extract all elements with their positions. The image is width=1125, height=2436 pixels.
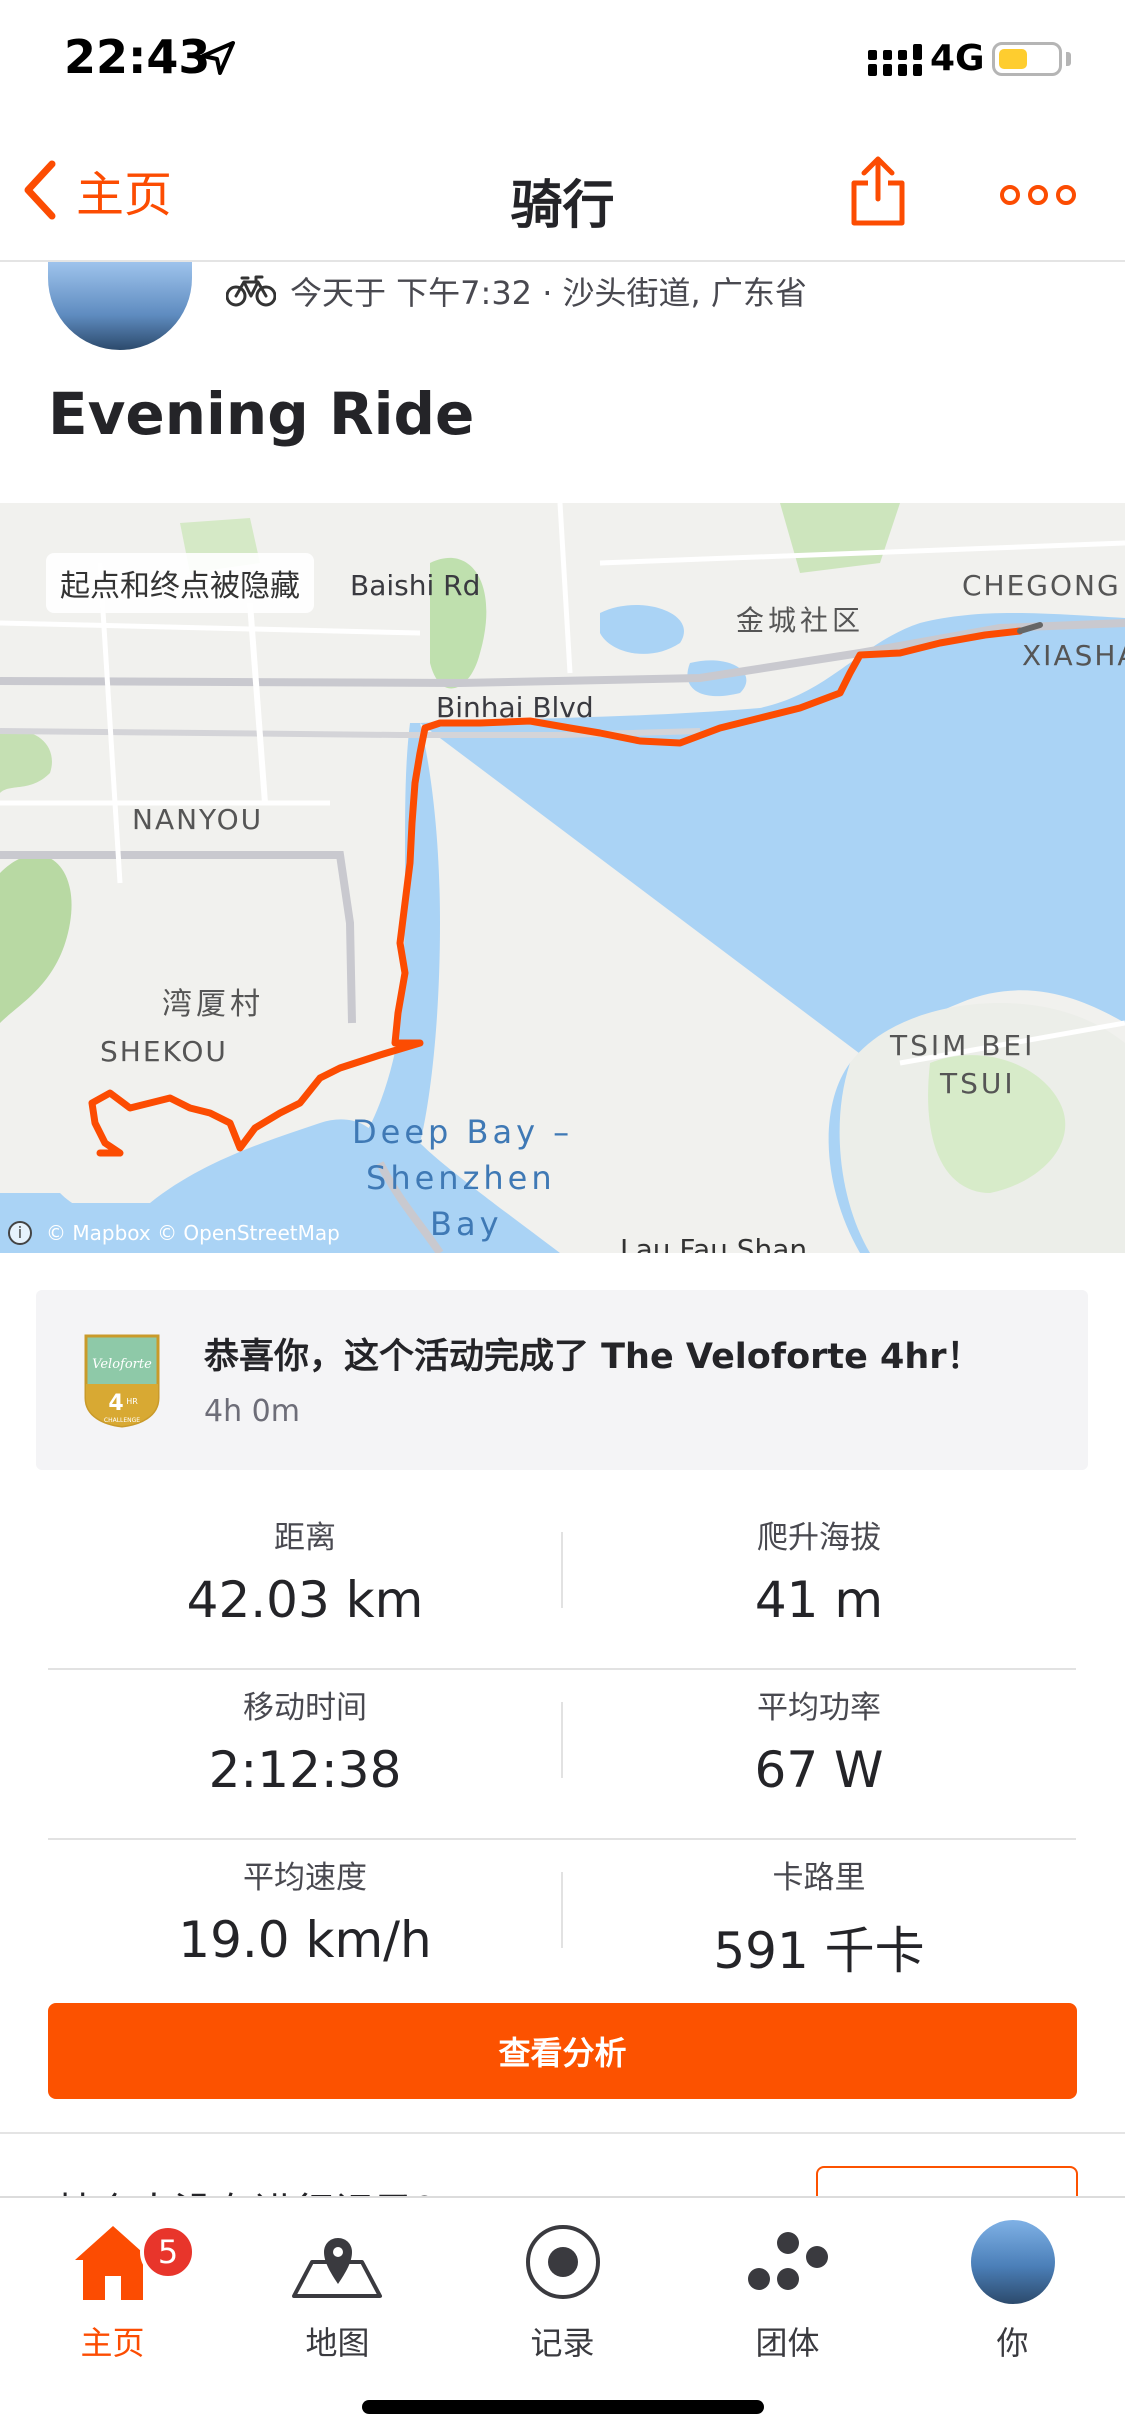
view-analysis-button[interactable]: 查看分析	[48, 2003, 1077, 2099]
stat-avg-speed: 平均速度 19.0 km/h	[48, 1840, 562, 1969]
record-icon	[525, 2225, 600, 2299]
section-divider	[0, 2132, 1125, 2134]
stat-distance: 距离 42.03 km	[48, 1500, 562, 1629]
page-title: 骑行	[510, 176, 615, 236]
achievement-title: 恭喜你，这个活动完成了 The Veloforte 4hr！	[204, 1337, 982, 1377]
battery-icon	[992, 42, 1062, 76]
stat-avg-power: 平均功率 67 W	[562, 1670, 1076, 1799]
avatar	[970, 2220, 1055, 2304]
tab-label: 团体	[755, 2324, 820, 2362]
map-label-bay-3: Bay	[430, 1205, 503, 1243]
home-indicator	[362, 2400, 764, 2414]
map-label-bay-2: Shenzhen	[366, 1159, 556, 1197]
signal-bars-icon	[868, 44, 922, 76]
tab-label: 地图	[305, 2324, 370, 2362]
tab-bar: 5 主页 地图 记录 团体 你	[0, 2196, 1125, 2436]
badge-number: 4	[108, 1391, 123, 1416]
activity-title[interactable]: Evening Ride	[48, 380, 474, 448]
map-label-shekou: SHEKOU	[100, 1035, 228, 1068]
privacy-note: 起点和终点被隐藏	[46, 553, 314, 613]
map-label-chegong: CHEGONG	[962, 569, 1121, 602]
map-attribution: i © Mapbox © OpenStreetMap	[8, 1221, 340, 1245]
stat-moving-time: 移动时间 2:12:38	[48, 1670, 562, 1799]
network-label: 4G	[930, 38, 985, 79]
stat-value: 41 m	[754, 1571, 884, 1629]
notification-badge: 5	[140, 2224, 196, 2280]
tab-you[interactable]: 你	[900, 2214, 1125, 2364]
info-icon[interactable]: i	[8, 1221, 32, 1245]
nav-bar: 主页 骑行	[0, 125, 1125, 262]
route-map[interactable]: 起点和终点被隐藏 Baishi Rd Binhai Blvd 金城社区 CHEG…	[0, 503, 1125, 1253]
achievement-card[interactable]: Veloforte 4 HR CHALLENGE 恭喜你，这个活动完成了 The…	[36, 1290, 1088, 1470]
map-label-wanxia: 湾厦村	[162, 987, 264, 1022]
map-label-xiasha: XIASHA	[1022, 639, 1125, 672]
stat-value: 591 千卡	[713, 1922, 925, 1980]
stat-value: 42.03 km	[186, 1571, 424, 1629]
challenge-badge-icon: Veloforte 4 HR CHALLENGE	[84, 1334, 160, 1428]
groups-icon	[747, 2232, 828, 2290]
map-label-tsim-bei-2: TSUI	[940, 1067, 1016, 1100]
stat-label: 卡路里	[772, 1860, 866, 1896]
stat-label: 距离	[274, 1520, 336, 1556]
bicycle-icon	[226, 275, 276, 307]
badge-caption: CHALLENGE	[104, 1417, 140, 1424]
tab-home[interactable]: 5 主页	[0, 2214, 225, 2364]
stat-row: 移动时间 2:12:38 平均功率 67 W	[48, 1670, 1076, 1840]
location-arrow-icon	[201, 41, 235, 75]
stat-row: 距离 42.03 km 爬升海拔 41 m	[48, 1500, 1076, 1670]
tab-label: 主页	[80, 2324, 145, 2362]
athlete-avatar[interactable]	[48, 262, 192, 350]
tab-record[interactable]: 记录	[450, 2214, 675, 2364]
map-label-tsim-bei-1: TSIM BEI	[890, 1029, 1036, 1062]
map-label-baishi: Baishi Rd	[350, 569, 481, 602]
stat-value: 2:12:38	[208, 1741, 402, 1799]
stat-label: 移动时间	[243, 1690, 367, 1726]
stat-label: 平均功率	[757, 1690, 881, 1726]
status-time: 22:43	[64, 30, 211, 84]
badge-unit: HR	[126, 1397, 138, 1406]
stat-value: 19.0 km/h	[178, 1911, 432, 1969]
tab-maps[interactable]: 地图	[225, 2214, 450, 2364]
share-icon[interactable]	[850, 155, 906, 227]
tab-groups[interactable]: 团体	[675, 2214, 900, 2364]
stat-label: 爬升海拔	[757, 1520, 881, 1556]
stat-calories: 卡路里 591 千卡	[562, 1840, 1076, 1983]
stat-value: 67 W	[754, 1741, 884, 1799]
stat-row: 平均速度 19.0 km/h 卡路里 591 千卡	[48, 1840, 1076, 2010]
more-dots-icon[interactable]	[1000, 183, 1076, 207]
map-label-bay-1: Deep Bay –	[352, 1113, 574, 1151]
activity-meta: 今天于 下午7:32 · 沙头街道, 广东省	[226, 268, 807, 314]
tab-label: 你	[996, 2324, 1029, 2362]
map-label-jincheng: 金城社区	[736, 604, 865, 637]
tab-label: 记录	[530, 2324, 595, 2362]
map-icon	[291, 2238, 382, 2298]
map-attribution-text: © Mapbox © OpenStreetMap	[46, 1221, 340, 1245]
map-label-nanyou: NANYOU	[132, 803, 264, 836]
achievement-subtitle: 4h 0m	[204, 1394, 300, 1429]
stat-label: 平均速度	[243, 1860, 367, 1896]
map-label-lau-fau-shan: Lau Fau Shan	[620, 1233, 808, 1253]
map-label-binhai: Binhai Blvd	[436, 691, 594, 724]
stat-elevation: 爬升海拔 41 m	[562, 1500, 1076, 1629]
stats-grid: 距离 42.03 km 爬升海拔 41 m 移动时间 2:12:38 平均功率 …	[48, 1500, 1076, 2010]
badge-brand: Veloforte	[92, 1357, 152, 1372]
battery-cap	[1066, 52, 1071, 66]
status-bar: 22:43 4G	[0, 0, 1125, 125]
activity-meta-text: 今天于 下午7:32 · 沙头街道, 广东省	[290, 274, 807, 312]
